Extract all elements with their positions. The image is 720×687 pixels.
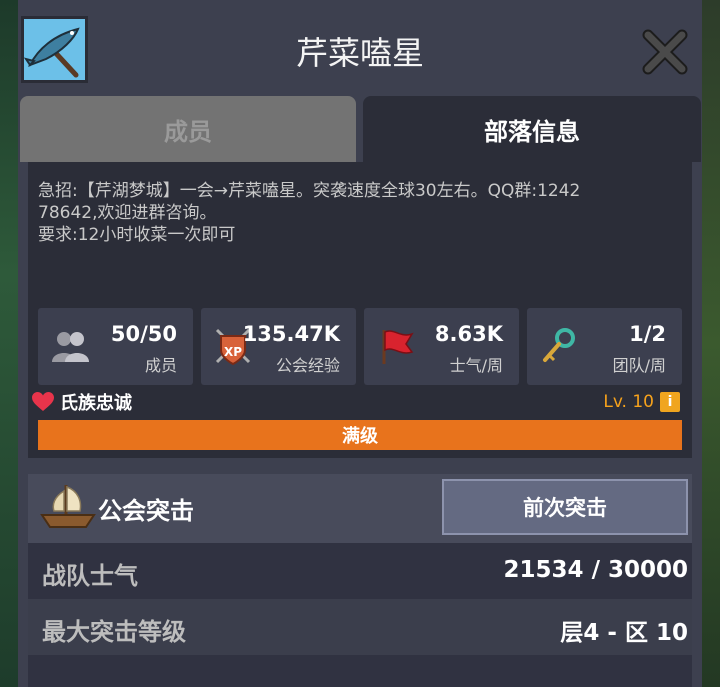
stat-guild-xp: XP 135.47K 公会经验 bbox=[201, 308, 356, 385]
tab-clan-info[interactable]: 部落信息 bbox=[363, 96, 701, 162]
stat-morale-label: 士气/周 bbox=[449, 356, 503, 375]
loyalty-progress-bar: 满级 bbox=[38, 420, 682, 450]
stat-guild-xp-value: 135.47K bbox=[242, 322, 340, 346]
tab-members[interactable]: 成员 bbox=[20, 96, 356, 162]
stat-morale-value: 8.63K bbox=[434, 322, 503, 346]
raid-morale-label: 战队士气 bbox=[42, 562, 138, 590]
stat-team-value: 1/2 bbox=[629, 322, 666, 346]
heart-icon bbox=[32, 392, 54, 411]
max-raid-level-label: 最大突击等级 bbox=[42, 618, 186, 646]
background-right bbox=[702, 0, 720, 687]
stat-members-value: 50/50 bbox=[110, 322, 177, 346]
loyalty-label: 氏族忠诚 bbox=[60, 393, 132, 414]
clan-panel: 芹菜嗑星 成员 部落信息 急招:【芹湖梦城】一会→芹菜嗑星。突袭速度全球30左右… bbox=[18, 0, 702, 687]
close-icon bbox=[642, 29, 688, 75]
red-flag-icon bbox=[382, 330, 414, 364]
stat-team: 1/2 团队/周 bbox=[527, 308, 682, 385]
stat-members-label: 成员 bbox=[144, 356, 177, 375]
previous-raid-button[interactable]: 前次突击 bbox=[442, 479, 688, 535]
clan-loyalty: 氏族忠诚 bbox=[32, 390, 132, 414]
members-icon bbox=[52, 332, 89, 362]
max-raid-level-row: 最大突击等级 层4 - 区 10 bbox=[28, 599, 692, 655]
loyalty-level-text: Lv. 10 bbox=[603, 392, 654, 412]
stat-guild-xp-label: 公会经验 bbox=[275, 356, 340, 375]
raid-morale-value: 21534 / 30000 bbox=[503, 557, 688, 583]
raid-morale-row: 战队士气 21534 / 30000 bbox=[28, 543, 692, 599]
tab-members-label: 成员 bbox=[164, 117, 212, 146]
stat-members: 50/50 成员 bbox=[38, 308, 193, 385]
key-icon bbox=[543, 328, 575, 362]
ship-icon bbox=[40, 485, 96, 528]
info-icon[interactable]: i bbox=[660, 392, 680, 412]
panel-header: 芹菜嗑星 bbox=[18, 0, 702, 96]
clan-description: 急招:【芹湖梦城】一会→芹菜嗑星。突袭速度全球30左右。QQ群:1242 786… bbox=[38, 181, 581, 245]
clan-info-area: 急招:【芹湖梦城】一会→芹菜嗑星。突袭速度全球30左右。QQ群:1242 786… bbox=[28, 162, 692, 458]
close-button[interactable] bbox=[640, 27, 690, 77]
stat-team-label: 团队/周 bbox=[612, 356, 666, 375]
stat-morale: 8.63K 士气/周 bbox=[364, 308, 519, 385]
panel-bottom bbox=[28, 655, 692, 687]
svg-text:XP: XP bbox=[224, 345, 242, 359]
guild-raid-title: 公会突击 bbox=[98, 497, 194, 525]
max-raid-level-value: 层4 - 区 10 bbox=[560, 620, 688, 646]
background-left bbox=[0, 0, 18, 687]
loyalty-level: Lv. 10 i bbox=[603, 392, 680, 412]
loyalty-progress-label: 满级 bbox=[342, 426, 378, 447]
guild-raid-header: 公会突击 前次突击 bbox=[28, 474, 692, 544]
clan-name: 芹菜嗑星 bbox=[295, 34, 424, 72]
tab-clan-info-label: 部落信息 bbox=[484, 117, 580, 146]
